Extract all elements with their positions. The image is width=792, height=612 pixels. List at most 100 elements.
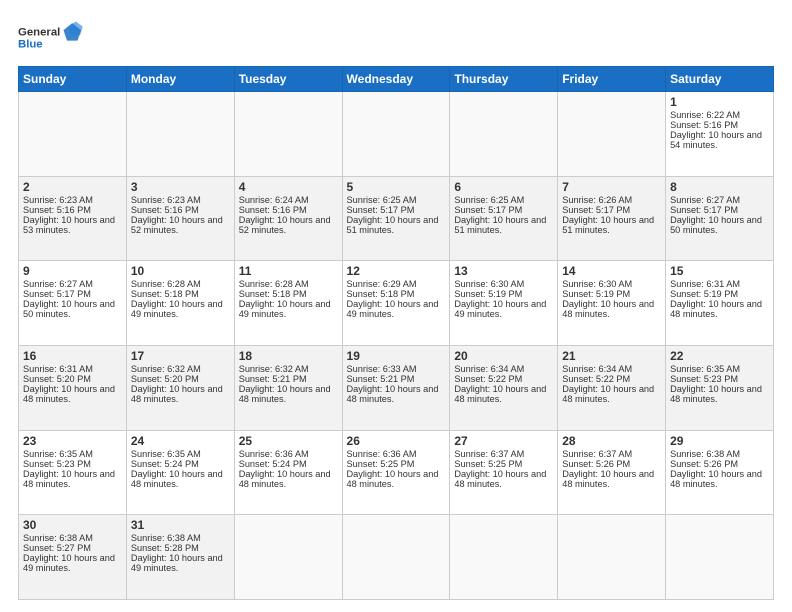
day-cell [558, 92, 666, 177]
day-cell: 27Sunrise: 6:37 AMSunset: 5:25 PMDayligh… [450, 430, 558, 515]
sunset-text: Sunset: 5:20 PM [131, 374, 199, 384]
day-cell: 24Sunrise: 6:35 AMSunset: 5:24 PMDayligh… [126, 430, 234, 515]
sunrise-text: Sunrise: 6:34 AM [562, 364, 632, 374]
day-cell [558, 515, 666, 600]
week-row-6: 30Sunrise: 6:38 AMSunset: 5:27 PMDayligh… [19, 515, 774, 600]
header: General Blue [18, 18, 774, 58]
day-cell [342, 92, 450, 177]
sunset-text: Sunset: 5:28 PM [131, 543, 199, 553]
day-number: 7 [562, 180, 661, 194]
col-header-friday: Friday [558, 67, 666, 92]
day-number: 23 [23, 434, 122, 448]
sunrise-text: Sunrise: 6:24 AM [239, 195, 309, 205]
day-cell: 12Sunrise: 6:29 AMSunset: 5:18 PMDayligh… [342, 261, 450, 346]
sunrise-text: Sunrise: 6:38 AM [23, 533, 93, 543]
sunrise-text: Sunrise: 6:32 AM [131, 364, 201, 374]
day-cell [450, 515, 558, 600]
sunrise-text: Sunrise: 6:28 AM [131, 279, 201, 289]
day-cell: 21Sunrise: 6:34 AMSunset: 5:22 PMDayligh… [558, 345, 666, 430]
sunset-text: Sunset: 5:19 PM [562, 289, 630, 299]
daylight-text: Daylight: 10 hours and 49 minutes. [23, 553, 115, 573]
sunrise-text: Sunrise: 6:37 AM [562, 449, 632, 459]
daylight-text: Daylight: 10 hours and 54 minutes. [670, 130, 762, 150]
sunset-text: Sunset: 5:21 PM [239, 374, 307, 384]
sunrise-text: Sunrise: 6:22 AM [670, 110, 740, 120]
sunset-text: Sunset: 5:17 PM [23, 289, 91, 299]
day-number: 14 [562, 264, 661, 278]
day-cell: 14Sunrise: 6:30 AMSunset: 5:19 PMDayligh… [558, 261, 666, 346]
col-header-tuesday: Tuesday [234, 67, 342, 92]
day-number: 15 [670, 264, 769, 278]
sunrise-text: Sunrise: 6:34 AM [454, 364, 524, 374]
day-number: 25 [239, 434, 338, 448]
sunset-text: Sunset: 5:18 PM [239, 289, 307, 299]
calendar-header-row: SundayMondayTuesdayWednesdayThursdayFrid… [19, 67, 774, 92]
day-cell: 26Sunrise: 6:36 AMSunset: 5:25 PMDayligh… [342, 430, 450, 515]
week-row-4: 16Sunrise: 6:31 AMSunset: 5:20 PMDayligh… [19, 345, 774, 430]
day-cell: 3Sunrise: 6:23 AMSunset: 5:16 PMDaylight… [126, 176, 234, 261]
daylight-text: Daylight: 10 hours and 52 minutes. [131, 215, 223, 235]
week-row-2: 2Sunrise: 6:23 AMSunset: 5:16 PMDaylight… [19, 176, 774, 261]
col-header-monday: Monday [126, 67, 234, 92]
daylight-text: Daylight: 10 hours and 49 minutes. [131, 553, 223, 573]
sunrise-text: Sunrise: 6:36 AM [347, 449, 417, 459]
daylight-text: Daylight: 10 hours and 48 minutes. [562, 299, 654, 319]
day-cell [234, 92, 342, 177]
sunrise-text: Sunrise: 6:25 AM [454, 195, 524, 205]
daylight-text: Daylight: 10 hours and 48 minutes. [131, 384, 223, 404]
sunrise-text: Sunrise: 6:28 AM [239, 279, 309, 289]
day-number: 16 [23, 349, 122, 363]
sunrise-text: Sunrise: 6:31 AM [670, 279, 740, 289]
sunrise-text: Sunrise: 6:35 AM [670, 364, 740, 374]
daylight-text: Daylight: 10 hours and 49 minutes. [347, 299, 439, 319]
sunrise-text: Sunrise: 6:32 AM [239, 364, 309, 374]
day-cell: 8Sunrise: 6:27 AMSunset: 5:17 PMDaylight… [666, 176, 774, 261]
day-number: 9 [23, 264, 122, 278]
daylight-text: Daylight: 10 hours and 48 minutes. [23, 469, 115, 489]
day-cell: 10Sunrise: 6:28 AMSunset: 5:18 PMDayligh… [126, 261, 234, 346]
sunset-text: Sunset: 5:23 PM [23, 459, 91, 469]
daylight-text: Daylight: 10 hours and 48 minutes. [670, 469, 762, 489]
sunrise-text: Sunrise: 6:27 AM [670, 195, 740, 205]
day-number: 22 [670, 349, 769, 363]
day-cell: 16Sunrise: 6:31 AMSunset: 5:20 PMDayligh… [19, 345, 127, 430]
daylight-text: Daylight: 10 hours and 49 minutes. [131, 299, 223, 319]
day-cell: 11Sunrise: 6:28 AMSunset: 5:18 PMDayligh… [234, 261, 342, 346]
sunset-text: Sunset: 5:22 PM [562, 374, 630, 384]
day-cell: 4Sunrise: 6:24 AMSunset: 5:16 PMDaylight… [234, 176, 342, 261]
sunrise-text: Sunrise: 6:37 AM [454, 449, 524, 459]
daylight-text: Daylight: 10 hours and 48 minutes. [239, 469, 331, 489]
daylight-text: Daylight: 10 hours and 49 minutes. [454, 299, 546, 319]
daylight-text: Daylight: 10 hours and 51 minutes. [454, 215, 546, 235]
day-cell: 13Sunrise: 6:30 AMSunset: 5:19 PMDayligh… [450, 261, 558, 346]
day-cell: 6Sunrise: 6:25 AMSunset: 5:17 PMDaylight… [450, 176, 558, 261]
day-number: 1 [670, 95, 769, 109]
logo-svg: General Blue [18, 18, 88, 58]
sunset-text: Sunset: 5:18 PM [347, 289, 415, 299]
sunrise-text: Sunrise: 6:27 AM [23, 279, 93, 289]
daylight-text: Daylight: 10 hours and 49 minutes. [239, 299, 331, 319]
daylight-text: Daylight: 10 hours and 51 minutes. [347, 215, 439, 235]
day-number: 31 [131, 518, 230, 532]
daylight-text: Daylight: 10 hours and 53 minutes. [23, 215, 115, 235]
sunset-text: Sunset: 5:24 PM [239, 459, 307, 469]
day-cell [19, 92, 127, 177]
sunrise-text: Sunrise: 6:30 AM [562, 279, 632, 289]
sunrise-text: Sunrise: 6:26 AM [562, 195, 632, 205]
day-number: 20 [454, 349, 553, 363]
sunrise-text: Sunrise: 6:35 AM [23, 449, 93, 459]
sunset-text: Sunset: 5:20 PM [23, 374, 91, 384]
sunset-text: Sunset: 5:25 PM [454, 459, 522, 469]
sunset-text: Sunset: 5:18 PM [131, 289, 199, 299]
sunset-text: Sunset: 5:16 PM [239, 205, 307, 215]
day-cell [450, 92, 558, 177]
svg-text:Blue: Blue [18, 39, 43, 51]
day-cell: 22Sunrise: 6:35 AMSunset: 5:23 PMDayligh… [666, 345, 774, 430]
sunset-text: Sunset: 5:24 PM [131, 459, 199, 469]
page: General Blue SundayMondayTuesdayWednesda… [0, 0, 792, 612]
daylight-text: Daylight: 10 hours and 48 minutes. [562, 469, 654, 489]
daylight-text: Daylight: 10 hours and 51 minutes. [562, 215, 654, 235]
daylight-text: Daylight: 10 hours and 48 minutes. [347, 384, 439, 404]
daylight-text: Daylight: 10 hours and 48 minutes. [131, 469, 223, 489]
week-row-3: 9Sunrise: 6:27 AMSunset: 5:17 PM Daylight… [19, 261, 774, 346]
